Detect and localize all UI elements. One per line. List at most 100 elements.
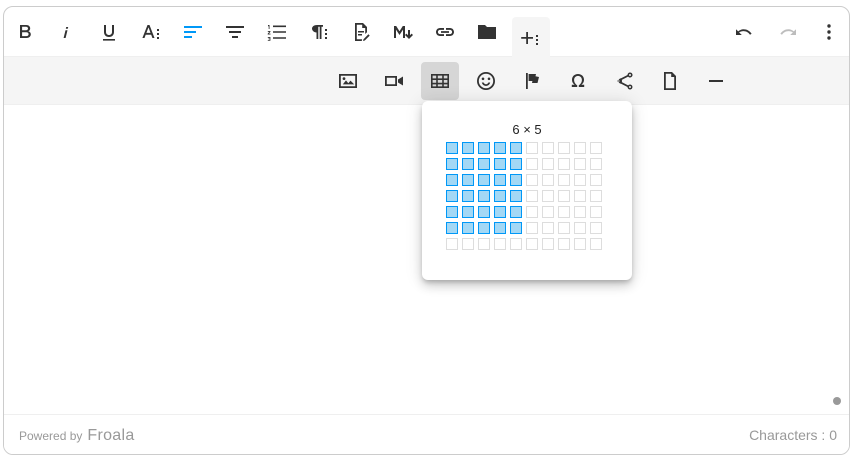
italic-button[interactable]	[48, 13, 86, 51]
table-grid-cell[interactable]	[558, 206, 570, 218]
table-grid-cell[interactable]	[574, 190, 586, 202]
table-grid-cell[interactable]	[558, 158, 570, 170]
table-grid-cell[interactable]	[590, 238, 602, 250]
table-grid-cell[interactable]	[446, 158, 458, 170]
resize-handle[interactable]	[833, 397, 841, 405]
table-grid-cell[interactable]	[574, 158, 586, 170]
emoticons-button[interactable]	[467, 62, 505, 100]
table-grid-cell[interactable]	[494, 174, 506, 186]
table-grid-cell[interactable]	[542, 238, 554, 250]
table-grid-cell[interactable]	[446, 142, 458, 154]
underline-button[interactable]	[90, 13, 128, 51]
table-grid-cell[interactable]	[526, 158, 538, 170]
more-paragraph-button[interactable]	[300, 13, 338, 51]
table-grid-cell[interactable]	[510, 158, 522, 170]
insert-file-doc-button[interactable]	[651, 62, 689, 100]
table-grid-cell[interactable]	[590, 222, 602, 234]
redo-button[interactable]	[768, 13, 806, 51]
table-grid-cell[interactable]	[526, 238, 538, 250]
table-grid-cell[interactable]	[542, 206, 554, 218]
table-grid-cell[interactable]	[510, 222, 522, 234]
undo-button[interactable]	[726, 13, 764, 51]
table-grid-cell[interactable]	[542, 158, 554, 170]
undo-icon	[736, 29, 752, 35]
table-grid-cell[interactable]	[462, 238, 474, 250]
table-grid-cell[interactable]	[446, 238, 458, 250]
insert-video-button[interactable]	[375, 62, 413, 100]
file-manager-button[interactable]	[468, 13, 506, 51]
table-grid-cell[interactable]	[526, 222, 538, 234]
insert-file-button[interactable]	[342, 13, 380, 51]
table-icon	[431, 74, 449, 88]
table-grid-cell[interactable]	[558, 190, 570, 202]
table-grid-cell[interactable]	[478, 190, 490, 202]
table-grid-cell[interactable]	[558, 174, 570, 186]
table-grid-cell[interactable]	[542, 222, 554, 234]
table-grid-cell[interactable]	[590, 158, 602, 170]
table-grid-cell[interactable]	[542, 190, 554, 202]
table-grid-cell[interactable]	[558, 142, 570, 154]
table-grid-cell[interactable]	[526, 142, 538, 154]
table-grid-cell[interactable]	[494, 142, 506, 154]
table-grid-cell[interactable]	[478, 174, 490, 186]
markdown-button[interactable]	[384, 13, 422, 51]
table-grid-cell[interactable]	[478, 238, 490, 250]
table-grid-cell[interactable]	[478, 158, 490, 170]
embedly-button[interactable]	[605, 62, 643, 100]
table-grid-cell[interactable]	[574, 206, 586, 218]
table-grid-cell[interactable]	[510, 206, 522, 218]
more-misc-button[interactable]	[810, 13, 848, 51]
insert-table-popup: 6 × 5	[422, 101, 632, 280]
table-grid-cell[interactable]	[574, 174, 586, 186]
table-grid-cell[interactable]	[510, 142, 522, 154]
table-grid-cell[interactable]	[462, 142, 474, 154]
align-left-button[interactable]	[174, 13, 212, 51]
table-grid-cell[interactable]	[510, 190, 522, 202]
table-grid-cell[interactable]	[462, 190, 474, 202]
table-grid-cell[interactable]	[462, 222, 474, 234]
table-grid-cell[interactable]	[558, 238, 570, 250]
table-grid-cell[interactable]	[574, 222, 586, 234]
font-awesome-button[interactable]	[513, 62, 551, 100]
table-grid-cell[interactable]	[590, 206, 602, 218]
table-grid-cell[interactable]	[478, 206, 490, 218]
table-grid-cell[interactable]	[494, 158, 506, 170]
table-grid-cell[interactable]	[542, 142, 554, 154]
table-grid-cell[interactable]	[494, 222, 506, 234]
table-grid-cell[interactable]	[510, 238, 522, 250]
table-grid-cell[interactable]	[526, 174, 538, 186]
table-grid-cell[interactable]	[510, 174, 522, 186]
table-grid-cell[interactable]	[462, 174, 474, 186]
insert-hr-button[interactable]	[697, 62, 735, 100]
insert-link-button[interactable]	[426, 13, 464, 51]
table-grid-cell[interactable]	[558, 222, 570, 234]
table-grid-cell[interactable]	[462, 206, 474, 218]
special-characters-button[interactable]	[559, 62, 597, 100]
table-grid-cell[interactable]	[542, 174, 554, 186]
bold-button[interactable]	[6, 13, 44, 51]
table-grid-cell[interactable]	[574, 238, 586, 250]
table-grid-cell[interactable]	[526, 190, 538, 202]
table-grid-cell[interactable]	[590, 174, 602, 186]
table-grid-cell[interactable]	[446, 190, 458, 202]
table-grid-cell[interactable]	[478, 142, 490, 154]
table-grid-cell[interactable]	[446, 206, 458, 218]
table-grid-cell[interactable]	[526, 206, 538, 218]
ordered-list-button[interactable]	[258, 13, 296, 51]
insert-table-button[interactable]	[421, 62, 459, 100]
table-grid-cell[interactable]	[494, 206, 506, 218]
table-grid-cell[interactable]	[446, 222, 458, 234]
table-grid-cell[interactable]	[462, 158, 474, 170]
table-grid-cell[interactable]	[590, 142, 602, 154]
more-rich-button[interactable]	[512, 17, 550, 57]
table-grid-cell[interactable]	[574, 142, 586, 154]
table-grid-cell[interactable]	[446, 174, 458, 186]
table-grid-cell[interactable]	[478, 222, 490, 234]
table-grid-cell[interactable]	[494, 238, 506, 250]
more-text-button[interactable]	[132, 13, 170, 51]
align-center-button[interactable]	[216, 13, 254, 51]
powered-by[interactable]: Powered by Froala	[19, 427, 135, 445]
insert-image-button[interactable]	[329, 62, 367, 100]
table-grid-cell[interactable]	[494, 190, 506, 202]
table-grid-cell[interactable]	[590, 190, 602, 202]
